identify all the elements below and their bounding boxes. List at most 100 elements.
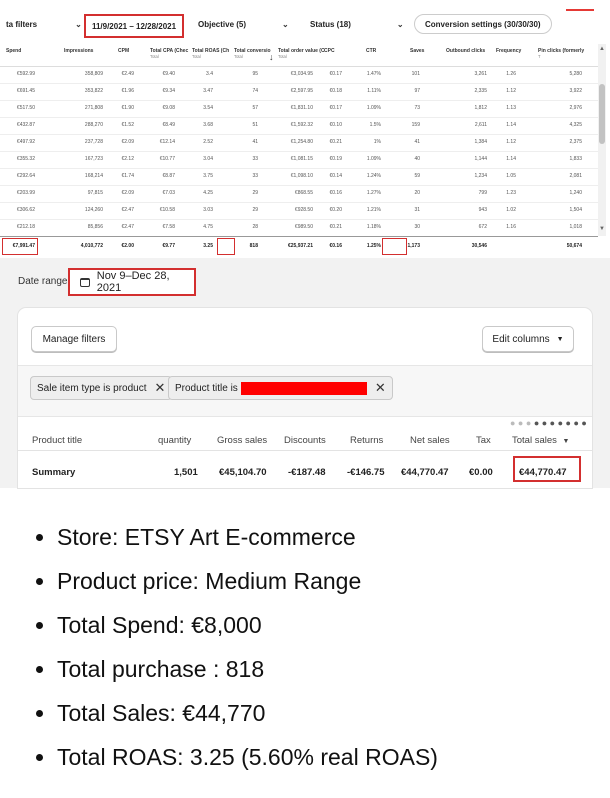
table-row[interactable]: €355.32 167,723 €2.12 €10.77 3.04 33 €1,081.15… xyxy=(0,151,598,169)
col-product-title[interactable]: Product title xyxy=(32,435,82,446)
column-header[interactable]: Pin clicks (formerly T xyxy=(538,48,584,60)
table-cell: €9.40 xyxy=(162,71,175,77)
column-header[interactable]: Outbound clicks xyxy=(446,48,485,54)
summary-gross-sales: €45,104.70 xyxy=(219,467,267,478)
column-header[interactable]: Impressions xyxy=(64,48,93,54)
table-cell: €0.19 xyxy=(329,156,342,162)
table-cell: 29 xyxy=(252,207,258,213)
bullet-total-sales: Total Sales: €44,770 xyxy=(36,700,265,727)
table-cell: €517.50 xyxy=(16,105,35,111)
date-range-value: Nov 9–Dec 28, 2021 xyxy=(96,270,170,294)
table-cell: 2.52 xyxy=(203,139,213,145)
highlight-roas-total xyxy=(217,238,235,255)
table-cell: €0.14 xyxy=(329,173,342,179)
table-cell: 1.26 xyxy=(506,71,516,77)
table-cell: €691.45 xyxy=(16,88,35,94)
objective-label: Objective (5) xyxy=(198,19,247,29)
table-cell: 95 xyxy=(252,71,258,77)
table-row[interactable]: €203.99 97,815 €2.09 €7.03 4.25 29 €868.55 €0.1… xyxy=(0,185,598,203)
sort-desc-icon: ▼ xyxy=(562,438,570,445)
date-range-picker[interactable]: Nov 9–Dec 28, 2021 xyxy=(68,268,196,296)
table-cell: 59 xyxy=(414,173,420,179)
bullet-total-spend: Total Spend: €8,000 xyxy=(36,612,262,639)
filters-dropdown[interactable]: ta filters ⌄ xyxy=(6,14,82,34)
table-cell: 3.03 xyxy=(203,207,213,213)
table-cell: 85,856 xyxy=(87,224,103,230)
bullet-dot xyxy=(36,666,43,673)
table-row[interactable]: €306.62 124,260 €2.47 €10.58 3.03 29 €928.50 €0… xyxy=(0,202,598,220)
column-header[interactable]: Total conversio Total xyxy=(234,48,271,60)
chevron-down-icon: ⌄ xyxy=(282,19,289,29)
column-header[interactable]: CTR xyxy=(366,48,376,54)
table-cell: 353,822 xyxy=(84,88,103,94)
col-gross-sales[interactable]: Gross sales xyxy=(217,435,267,446)
table-cell: 1.09% xyxy=(366,105,381,111)
table-row[interactable]: €432.87 288,270 €1.52 €8.49 3.68 51 €1,592.32 €… xyxy=(0,117,598,135)
column-header[interactable]: Total order value (C Total xyxy=(278,48,325,60)
table-row[interactable]: €212.18 85,856 €2.47 €7.58 4.75 28 €989.50 €0.2… xyxy=(0,219,598,237)
table-row[interactable]: €691.45 353,822 €1.96 €9.34 3.47 74 €2,597.95 €… xyxy=(0,83,598,101)
table-cell: 1.12 xyxy=(506,88,516,94)
summary-row: Summary 1,501 €45,104.70 -€187.48 -€146.… xyxy=(18,451,592,488)
table-cell: 1.24% xyxy=(366,173,381,179)
table-cell: 4,325 xyxy=(569,122,582,128)
column-header[interactable]: CPM xyxy=(118,48,129,54)
filter-chip-sale-item-type[interactable]: Sale item type is product ✕ xyxy=(30,376,173,400)
table-cell: 3.68 xyxy=(203,122,213,128)
column-header[interactable]: Total ROAS (Ch Total xyxy=(192,48,229,60)
table-row[interactable]: €497.92 237,728 €2.09 €12.14 2.52 41 €1,254.80… xyxy=(0,134,598,152)
vertical-scrollbar[interactable] xyxy=(598,44,606,236)
bullet-text: Total Sales: €44,770 xyxy=(57,700,266,726)
filter-chip-product-title[interactable]: Product title is ✕ xyxy=(168,376,393,400)
table-cell: €0.18 xyxy=(329,88,342,94)
table-row[interactable]: €292.64 168,214 €1.74 €8.87 3.75 33 €1,098.10 €… xyxy=(0,168,598,186)
totals-cell: 1,173 xyxy=(407,243,420,249)
close-icon[interactable]: ✕ xyxy=(155,380,166,396)
column-pagination-dots[interactable]: ● ● ● ● ● ● ● ● ● ● xyxy=(510,418,587,428)
table-cell: €1.96 xyxy=(121,88,134,94)
column-header[interactable]: Frequency xyxy=(496,48,521,54)
table-cell: €1.90 xyxy=(121,105,134,111)
edit-columns-button[interactable]: Edit columns ▼ xyxy=(482,326,574,352)
status-dropdown[interactable]: Status (18) ⌄ xyxy=(310,14,404,34)
table-cell: 57 xyxy=(252,105,258,111)
sales-table-header: Product title quantity Gross sales Disco… xyxy=(18,430,592,451)
scrollbar-thumb[interactable] xyxy=(599,84,605,144)
totals-cell: €9.77 xyxy=(162,243,175,249)
filter-chip-label: Sale item type is product xyxy=(37,382,147,394)
conversion-settings-button[interactable]: Conversion settings (30/30/30) xyxy=(414,14,552,34)
objective-dropdown[interactable]: Objective (5) ⌄ xyxy=(198,14,289,34)
close-icon[interactable]: ✕ xyxy=(375,380,386,396)
column-header[interactable]: Spend xyxy=(6,48,21,54)
table-cell: 5,280 xyxy=(569,71,582,77)
table-row[interactable]: €517.50 271,808 €1.90 €9.08 3.54 57 €1,831.10 €… xyxy=(0,100,598,118)
col-returns[interactable]: Returns xyxy=(350,435,383,446)
table-cell: 1,144 xyxy=(474,156,487,162)
totals-cell: €2.00 xyxy=(121,243,134,249)
col-discounts[interactable]: Discounts xyxy=(284,435,326,446)
table-cell: €0.17 xyxy=(329,105,342,111)
col-quantity[interactable]: quantity xyxy=(158,435,191,446)
column-header[interactable]: Total CPA (Chec Total xyxy=(150,48,188,60)
table-cell: 159 xyxy=(411,122,420,128)
sales-report-panel: Date range Nov 9–Dec 28, 2021 Manage fil… xyxy=(0,258,610,488)
column-header[interactable]: Saves xyxy=(410,48,424,54)
table-cell: 1.14 xyxy=(506,156,516,162)
table-cell: €7.03 xyxy=(162,190,175,196)
table-cell: 1.05 xyxy=(506,173,516,179)
col-net-sales[interactable]: Net sales xyxy=(410,435,450,446)
date-range-button[interactable]: 11/9/2021 – 12/28/2021 xyxy=(84,14,184,38)
table-cell: €7.58 xyxy=(162,224,175,230)
table-cell: 943 xyxy=(478,207,487,213)
scroll-down-icon[interactable]: ▼ xyxy=(599,226,605,232)
table-row[interactable]: €592.99 358,809 €2.49 €9.40 3.4 95 €3,034.95 €0… xyxy=(0,66,598,84)
manage-filters-button[interactable]: Manage filters xyxy=(31,326,117,352)
column-header[interactable]: CPC xyxy=(324,48,335,54)
table-cell: €0.16 xyxy=(329,190,342,196)
table-cell: 168,214 xyxy=(84,173,103,179)
scroll-up-icon[interactable]: ▲ xyxy=(599,46,605,52)
col-total-sales[interactable]: Total sales ▼ xyxy=(512,435,569,446)
table-cell: 799 xyxy=(478,190,487,196)
col-tax[interactable]: Tax xyxy=(476,435,491,446)
table-cell: €0.21 xyxy=(329,224,342,230)
